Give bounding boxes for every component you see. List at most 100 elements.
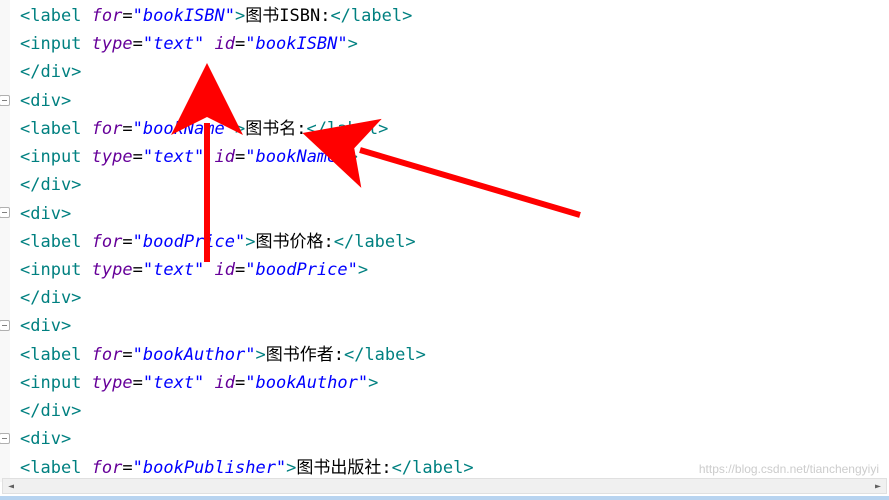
token-eq: = [122, 232, 132, 252]
code-line[interactable]: <input type="text" id="bookAuthor"> [0, 369, 889, 397]
token-eq [81, 119, 91, 139]
code-line[interactable]: <div> [0, 312, 889, 340]
code-line[interactable]: <input type="text" id="boodPrice"> [0, 256, 889, 284]
fold-toggle-icon[interactable] [0, 95, 10, 106]
horizontal-scrollbar[interactable]: ◄ ► [2, 478, 887, 494]
token-eq: = [122, 345, 132, 365]
token-tag: <input [20, 373, 81, 393]
code-line[interactable]: <label for="boodPrice">图书价格:</label> [0, 228, 889, 256]
code-editor-area[interactable]: <label for="bookISBN">图书ISBN:</label><in… [0, 0, 889, 482]
token-attr-val: "bookISBN" [245, 34, 347, 54]
fold-toggle-icon[interactable] [0, 433, 10, 444]
token-tag: <div> [20, 316, 71, 336]
token-tag: <label [20, 345, 81, 365]
token-attr-val: "boodPrice" [133, 232, 246, 252]
token-eq [81, 147, 91, 167]
token-eq: = [235, 34, 245, 54]
watermark-text: https://blog.csdn.net/tianchengyiyi [699, 462, 879, 476]
token-attr-val: "bookName" [245, 147, 347, 167]
token-tag: > [255, 345, 265, 365]
token-attr-name: id [215, 34, 235, 54]
token-tag: </label> [307, 119, 389, 139]
token-eq [81, 260, 91, 280]
token-eq [204, 260, 214, 280]
token-tag: > [368, 373, 378, 393]
token-tag: </label> [334, 232, 416, 252]
token-eq [81, 458, 91, 478]
token-attr-name: id [215, 147, 235, 167]
token-attr-name: id [215, 260, 235, 280]
code-line[interactable]: </div> [0, 284, 889, 312]
token-eq: = [235, 373, 245, 393]
code-line[interactable]: <label for="bookAuthor">图书作者:</label> [0, 341, 889, 369]
selection-bar [0, 496, 889, 500]
token-tag: <div> [20, 91, 71, 111]
token-tag: </div> [20, 288, 81, 308]
token-attr-val: "bookName" [133, 119, 235, 139]
token-tag: </label> [330, 6, 412, 26]
token-eq: = [133, 260, 143, 280]
code-line[interactable]: <input type="text" id="bookName"> [0, 143, 889, 171]
token-eq: = [235, 260, 245, 280]
token-tag: > [235, 6, 245, 26]
code-line[interactable]: </div> [0, 397, 889, 425]
token-tag: <input [20, 260, 81, 280]
code-line[interactable]: </div> [0, 58, 889, 86]
token-eq: = [133, 373, 143, 393]
code-line[interactable]: <label for="bookISBN">图书ISBN:</label> [0, 2, 889, 30]
token-txt: 图书作者: [266, 345, 344, 365]
token-tag: </label> [344, 345, 426, 365]
token-tag: </label> [392, 458, 474, 478]
token-tag: <label [20, 119, 81, 139]
fold-toggle-icon[interactable] [0, 320, 10, 331]
token-attr-val: "bookPublisher" [133, 458, 287, 478]
token-tag: <div> [20, 429, 71, 449]
token-attr-name: type [92, 373, 133, 393]
token-tag: </div> [20, 175, 81, 195]
token-tag: <div> [20, 204, 71, 224]
token-tag: > [235, 119, 245, 139]
token-txt: 图书出版社: [296, 458, 391, 478]
token-attr-val: "text" [143, 147, 204, 167]
code-line[interactable]: <input type="text" id="bookISBN"> [0, 30, 889, 58]
token-eq: = [235, 147, 245, 167]
token-eq [81, 345, 91, 365]
token-txt: 图书名: [245, 119, 306, 139]
token-attr-val: "bookAuthor" [245, 373, 368, 393]
code-line[interactable]: <label for="bookName">图书名:</label> [0, 115, 889, 143]
token-eq [81, 373, 91, 393]
token-attr-name: for [92, 6, 123, 26]
token-attr-val: "bookAuthor" [133, 345, 256, 365]
code-line[interactable]: <div> [0, 200, 889, 228]
token-attr-val: "text" [143, 260, 204, 280]
scroll-right-icon[interactable]: ► [870, 478, 886, 494]
token-eq [204, 34, 214, 54]
token-attr-name: for [92, 345, 123, 365]
token-attr-val: "text" [143, 34, 204, 54]
token-attr-name: type [92, 34, 133, 54]
token-eq [81, 6, 91, 26]
code-line[interactable]: <div> [0, 425, 889, 453]
token-tag: </div> [20, 62, 81, 82]
token-tag: > [286, 458, 296, 478]
token-tag: <label [20, 6, 81, 26]
code-line[interactable]: </div> [0, 171, 889, 199]
token-tag: <label [20, 458, 81, 478]
token-attr-name: id [215, 373, 235, 393]
token-tag: <label [20, 232, 81, 252]
token-attr-val: "bookISBN" [133, 6, 235, 26]
scroll-left-icon[interactable]: ◄ [3, 478, 19, 494]
token-eq [204, 373, 214, 393]
token-attr-name: type [92, 147, 133, 167]
fold-toggle-icon[interactable] [0, 207, 10, 218]
token-eq [81, 232, 91, 252]
token-txt: 图书价格: [255, 232, 333, 252]
token-eq [204, 147, 214, 167]
token-tag: > [245, 232, 255, 252]
code-line[interactable]: <div> [0, 87, 889, 115]
token-attr-name: for [92, 119, 123, 139]
token-eq: = [133, 34, 143, 54]
token-tag: > [358, 260, 368, 280]
token-attr-val: "text" [143, 373, 204, 393]
token-eq: = [122, 119, 132, 139]
